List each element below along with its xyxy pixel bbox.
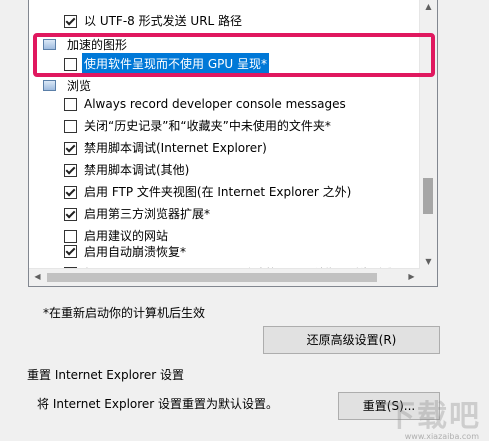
checkbox[interactable] <box>64 58 77 71</box>
list-item[interactable]: 使用软件呈现而不使用 GPU 呈现* <box>29 53 417 75</box>
settings-group-icon <box>43 80 56 91</box>
vertical-scrollbar[interactable]: ▲ ▼ <box>419 0 437 286</box>
list-item-label: 以 UTF-8 形式发送 URL 路径 <box>84 14 243 28</box>
checkbox[interactable] <box>64 208 77 221</box>
scroll-down-icon[interactable]: ▼ <box>420 257 437 266</box>
restart-note: *在重新启动你的计算机后生效 <box>43 306 206 320</box>
checkbox[interactable] <box>64 164 77 177</box>
reset-section-title: 重置 Internet Explorer 设置 <box>27 368 185 382</box>
list-item[interactable]: 关闭“历史记录”和“收藏夹”中未使用的文件夹* <box>29 115 417 137</box>
list-item[interactable]: 以 UTF-8 形式发送 URL 路径 <box>29 10 417 32</box>
checkbox[interactable] <box>64 15 77 28</box>
checkbox[interactable] <box>64 98 77 111</box>
scroll-up-icon[interactable]: ▲ <box>420 2 437 11</box>
list-item-label: 启用第三方浏览器扩展* <box>84 207 211 221</box>
checkbox[interactable] <box>64 120 77 133</box>
list-item-label: Always record developer console messages <box>84 97 346 111</box>
scrollbar-corner <box>420 269 437 286</box>
list-item[interactable]: 禁用脚本调试(其他) <box>29 159 417 181</box>
checkbox[interactable] <box>64 186 77 199</box>
list-item-label: 禁用脚本调试(其他) <box>84 163 190 177</box>
vertical-scroll-thumb[interactable] <box>423 178 433 214</box>
scroll-left-icon[interactable]: ◀ <box>29 272 46 281</box>
list-item[interactable]: 启用自动崩溃恢复* <box>29 233 417 259</box>
scroll-right-icon[interactable]: ▶ <box>403 272 420 281</box>
settings-group-icon <box>43 39 56 50</box>
list-item-label: 启用 FTP 文件夹视图(在 Internet Explorer 之外) <box>84 185 352 199</box>
checkbox[interactable] <box>64 142 77 155</box>
restore-advanced-settings-button[interactable]: 还原高级设置(R) <box>263 326 440 354</box>
list-item[interactable]: 启用第三方浏览器扩展* <box>29 203 417 225</box>
list-item-label: 使用软件呈现而不使用 GPU 呈现* <box>82 53 269 75</box>
list-item[interactable]: 禁用脚本调试(Internet Explorer) <box>29 137 417 159</box>
list-item-label: 禁用脚本调试(Internet Explorer) <box>84 141 267 155</box>
list-item[interactable]: Always record developer console messages <box>29 93 417 115</box>
horizontal-scrollbar[interactable]: ◀ ▶ <box>29 268 420 286</box>
list-item[interactable]: 启用 FTP 文件夹视图(在 Internet Explorer 之外) <box>29 181 417 203</box>
list-item-label: 关闭“历史记录”和“收藏夹”中未使用的文件夹* <box>84 119 331 133</box>
watermark-url: www.xiazaiba.com <box>404 432 479 441</box>
reset-description: 将 Internet Explorer 设置重置为默认设置。 <box>37 397 279 411</box>
advanced-settings-list[interactable]: 以 UTF-8 形式发送 URL 路径 加速的图形 使用软件呈现而不使用 GPU… <box>28 0 438 287</box>
watermark-logo: 下载吧 <box>385 399 481 434</box>
horizontal-scroll-thumb[interactable] <box>47 273 377 282</box>
